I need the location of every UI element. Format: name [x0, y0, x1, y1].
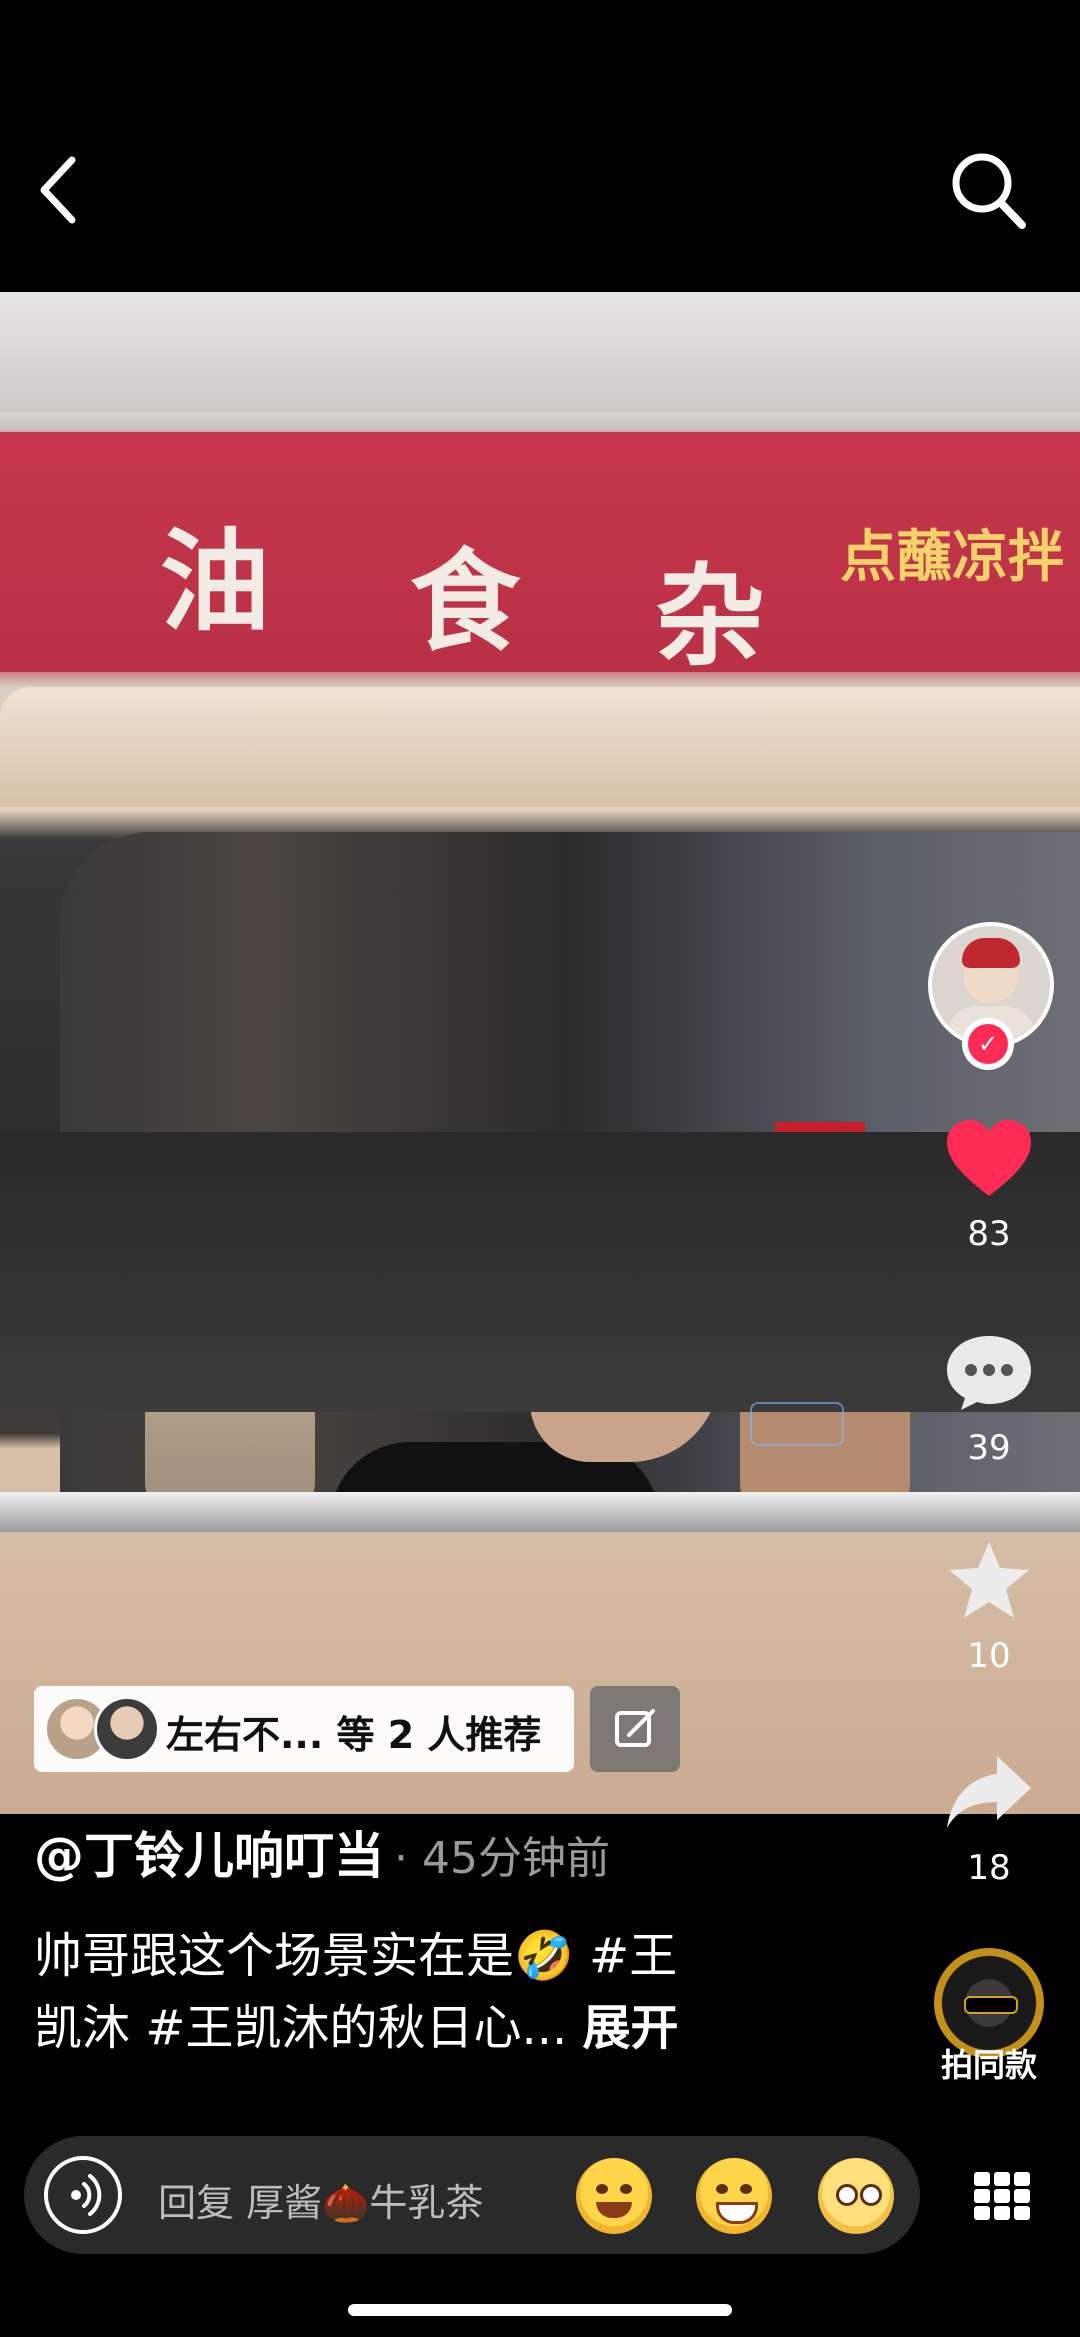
sign-yellow-text: 点蘸凉拌 — [840, 525, 1064, 590]
avatar-hair — [962, 938, 1020, 968]
sign-char: 杂 — [655, 552, 765, 681]
dizzy-emoji-icon[interactable] — [818, 2158, 894, 2234]
avatar — [94, 1696, 160, 1762]
like-button[interactable]: 83 — [930, 1116, 1048, 1254]
video-player[interactable]: 油 食 杂 点蘸凉拌 — [0, 292, 1080, 1814]
reply-input[interactable]: 回复 厚酱🌰牛乳茶 — [158, 2172, 483, 2227]
window-glass — [0, 1132, 1080, 1412]
grin-emoji-icon[interactable] — [696, 2158, 772, 2234]
post-time: · 45分钟前 — [394, 1833, 610, 1884]
sign-char: 油 — [160, 517, 270, 646]
heart-icon — [947, 1120, 1031, 1196]
car-roof — [0, 687, 1080, 807]
reply-bar[interactable]: 回复 厚酱🌰牛乳茶 — [24, 2136, 920, 2254]
sign-char: 食 — [410, 537, 520, 666]
like-count: 83 — [967, 1214, 1011, 1254]
comment-count: 39 — [967, 1428, 1011, 1468]
shop-awning — [0, 292, 1080, 412]
chevron-left-icon — [40, 156, 76, 224]
comment-button[interactable]: 39 — [930, 1330, 1048, 1468]
same-style-button[interactable]: 拍同款 — [930, 1948, 1048, 2086]
caption: 帅哥跟这个场景实在是🤣 #王 凯沐 #王凯沐的秋日心... 展开 — [34, 1920, 794, 2064]
watermark — [750, 1402, 844, 1446]
car-chrome-trim — [0, 1492, 1080, 1532]
search-icon — [952, 153, 1026, 229]
share-count: 18 — [967, 1848, 1011, 1888]
voice-icon — [71, 2174, 102, 2216]
recommend-text: 左右不... 等 2 人推荐 — [166, 1713, 542, 1757]
caption-line: 凯沐 #王凯沐的秋日心... — [34, 2000, 568, 2056]
follow-button[interactable]: ✓ — [962, 1018, 1014, 1070]
crying-emoji-icon[interactable] — [576, 2158, 652, 2234]
edit-icon — [615, 1709, 655, 1747]
caption-line: 帅哥跟这个场景实在是🤣 #王 — [34, 1928, 678, 1984]
share-arrow-icon — [947, 1756, 1031, 1828]
grid-menu-icon[interactable] — [972, 2170, 1032, 2222]
author-line: @丁铃儿响叮当 · 45分钟前 — [34, 1816, 610, 1888]
recommend-chip[interactable]: 左右不... 等 2 人推荐 — [34, 1686, 574, 1772]
voice-input-button[interactable] — [44, 2156, 122, 2234]
same-style-label: 拍同款 — [940, 2046, 1037, 2084]
comment-icon — [947, 1336, 1031, 1410]
favorite-count: 10 — [967, 1636, 1011, 1676]
author-name[interactable]: @丁铃儿响叮当 — [34, 1827, 384, 1885]
expand-link[interactable]: 展开 — [583, 2000, 679, 2056]
edit-button[interactable] — [590, 1686, 680, 1772]
back-button[interactable] — [30, 150, 90, 230]
search-button[interactable] — [948, 145, 1028, 233]
favorite-button[interactable]: 10 — [930, 1538, 1048, 1676]
follow-check-icon: ✓ — [968, 1024, 1008, 1064]
star-icon — [949, 1542, 1029, 1618]
home-indicator — [348, 2304, 732, 2316]
share-button[interactable]: 18 — [930, 1750, 1048, 1888]
